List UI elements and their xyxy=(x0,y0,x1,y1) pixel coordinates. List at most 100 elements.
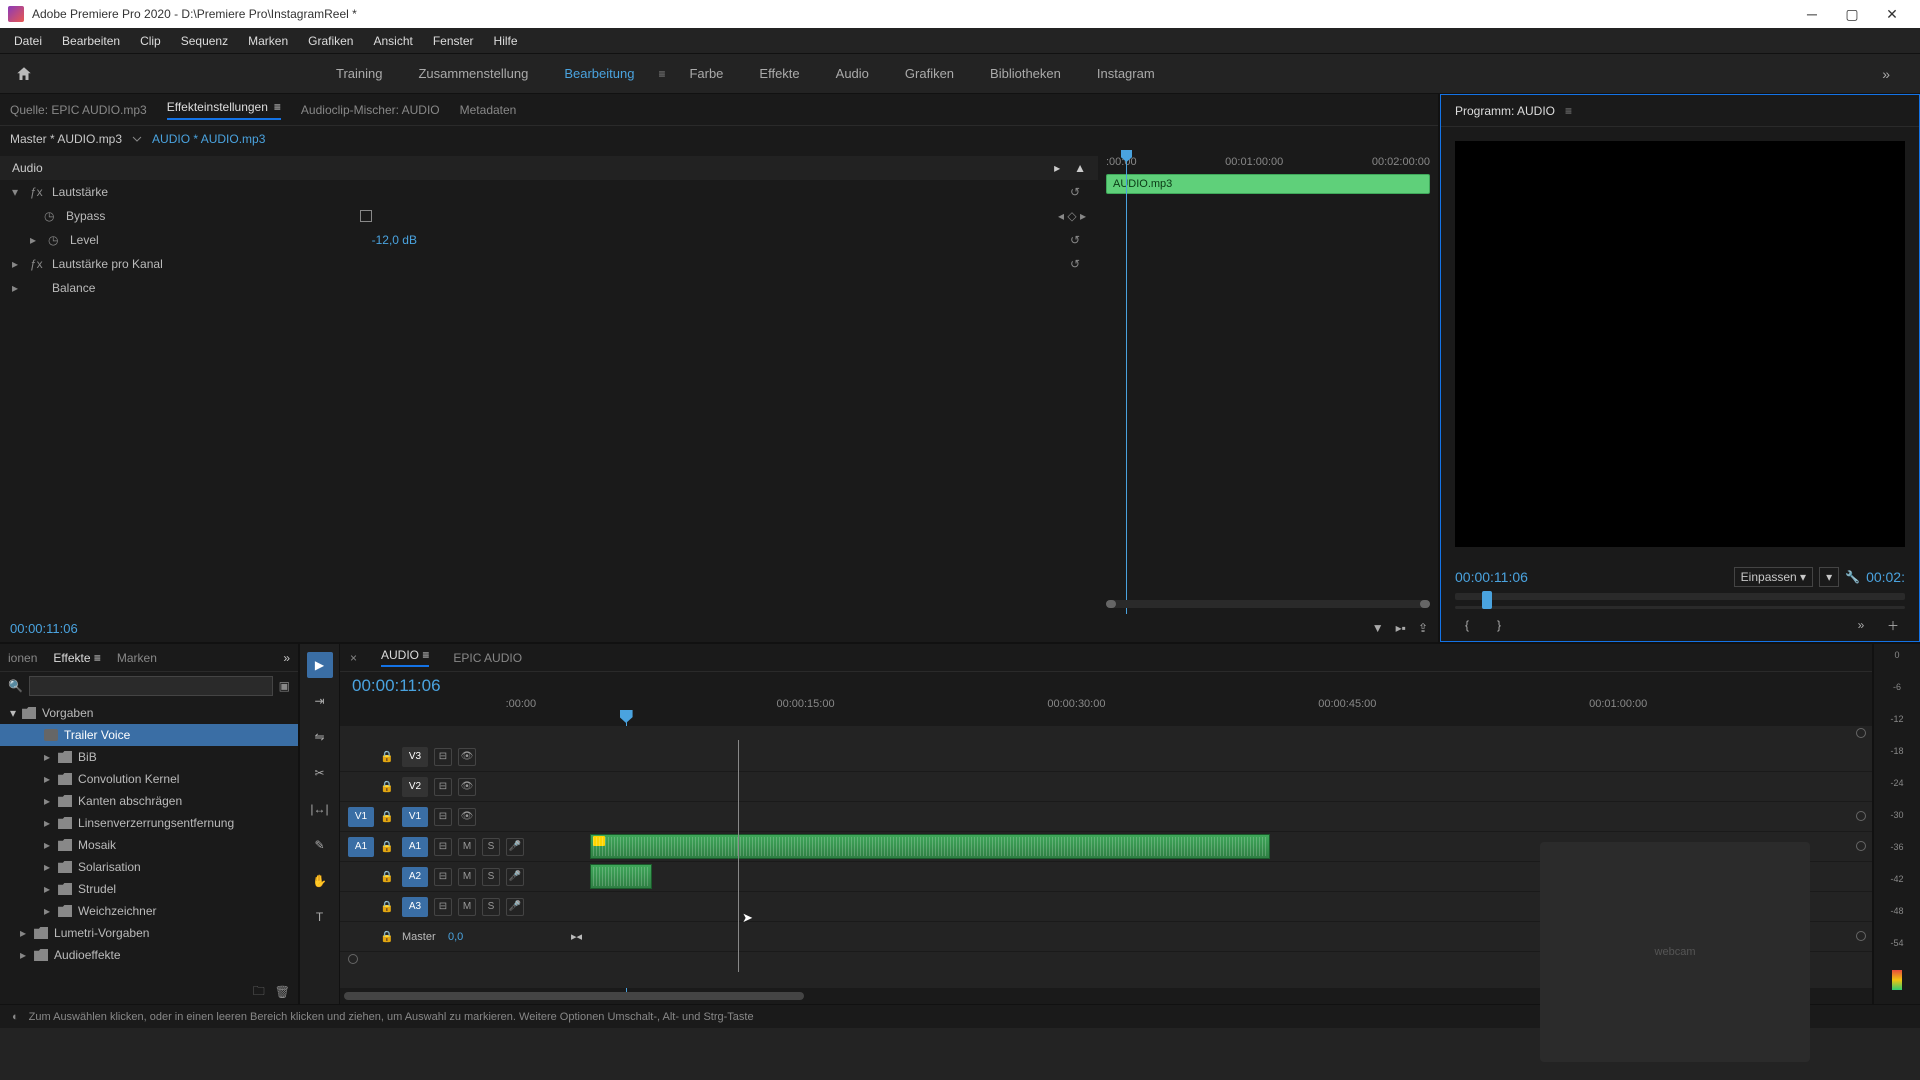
share-icon[interactable]: ⇪ xyxy=(1418,621,1428,635)
menu-window[interactable]: Fenster xyxy=(423,30,484,52)
timeline-ruler[interactable]: :00:00 00:00:15:00 00:00:30:00 00:00:45:… xyxy=(506,698,1860,710)
mute-button[interactable]: M xyxy=(458,838,476,856)
more-right-icon[interactable]: » xyxy=(1849,615,1873,635)
marker-button[interactable]: { xyxy=(1455,615,1479,635)
type-tool[interactable]: T xyxy=(307,904,333,930)
ws-libraries[interactable]: Bibliotheken xyxy=(972,58,1079,89)
solo-button[interactable]: S xyxy=(482,838,500,856)
track-v3[interactable]: 🔒V3⊟👁 xyxy=(340,742,590,772)
track-a1[interactable]: A1🔒A1⊟MS🎤 xyxy=(340,832,590,862)
selection-tool[interactable]: ▶ xyxy=(307,652,333,678)
handle-icon[interactable] xyxy=(348,954,358,964)
program-timecode[interactable]: 00:00:11:06 xyxy=(1455,569,1528,585)
panel-menu-icon[interactable]: ≡ xyxy=(274,100,281,114)
mini-scrollbar[interactable] xyxy=(1106,600,1430,608)
tab-markers[interactable]: Marken xyxy=(117,651,157,665)
pen-tool[interactable]: ✎ xyxy=(307,832,333,858)
wrench-icon[interactable]: 🔧 xyxy=(1845,570,1860,584)
solo-button[interactable]: S xyxy=(482,868,500,886)
delete-icon[interactable]: 🗑 xyxy=(275,985,290,999)
lock-icon[interactable]: 🔒 xyxy=(380,870,396,883)
lock-icon[interactable]: 🔒 xyxy=(380,900,396,913)
clip-a2[interactable] xyxy=(590,864,652,889)
effects-tree[interactable]: ▾ Vorgaben Trailer Voice BiB Convolution… xyxy=(0,700,298,980)
folder-blur[interactable]: Weichzeichner xyxy=(0,900,298,922)
solo-button[interactable]: S xyxy=(482,898,500,916)
badge-icon[interactable]: ▣ xyxy=(279,679,290,693)
tabs-overflow[interactable]: » xyxy=(283,651,290,665)
timeline-timecode[interactable]: 00:00:11:06 xyxy=(352,676,470,696)
lock-icon[interactable]: 🔒 xyxy=(380,810,396,823)
zoom-select[interactable]: Einpassen ▾ xyxy=(1734,567,1813,587)
voice-icon[interactable]: 🎤 xyxy=(506,898,524,916)
new-bin-icon[interactable]: 🗀 xyxy=(253,982,265,1003)
home-button[interactable] xyxy=(10,60,38,88)
sync-lock-icon[interactable]: ⊟ xyxy=(434,748,452,766)
menu-markers[interactable]: Marken xyxy=(238,30,298,52)
sync-lock-icon[interactable]: ⊟ xyxy=(434,838,452,856)
lane-v1[interactable] xyxy=(590,802,1872,832)
lock-icon[interactable]: 🔒 xyxy=(380,840,396,853)
program-viewport[interactable] xyxy=(1455,141,1905,547)
track-select-tool[interactable]: ⇥ xyxy=(307,688,333,714)
tl-tab-audio[interactable]: AUDIO ≡ xyxy=(381,648,429,667)
program-header[interactable]: Programm: AUDIO xyxy=(1455,104,1555,118)
up-arrow-icon[interactable]: ▲ xyxy=(1074,161,1086,175)
eye-icon[interactable]: 👁 xyxy=(458,778,476,796)
speaker-icon[interactable]: ▸◂ xyxy=(571,930,582,943)
tl-tab-epic[interactable]: EPIC AUDIO xyxy=(453,651,522,665)
twirl-icon[interactable]: ▾ xyxy=(12,185,22,199)
fx-icon[interactable]: ƒx xyxy=(30,185,44,199)
folder-mosaic[interactable]: Mosaik xyxy=(0,834,298,856)
track-master[interactable]: 🔒Master0,0▸◂ xyxy=(340,922,590,952)
folder-lumetri[interactable]: Lumetri-Vorgaben xyxy=(0,922,298,944)
menu-view[interactable]: Ansicht xyxy=(363,30,422,52)
folder-solarize[interactable]: Solarisation xyxy=(0,856,298,878)
tab-source[interactable]: Quelle: EPIC AUDIO.mp3 xyxy=(10,103,147,117)
menu-graphics[interactable]: Grafiken xyxy=(298,30,363,52)
ws-effects[interactable]: Effekte xyxy=(741,58,817,89)
active-clip-label[interactable]: AUDIO * AUDIO.mp3 xyxy=(152,132,265,146)
mute-button[interactable]: M xyxy=(458,868,476,886)
ws-instagram[interactable]: Instagram xyxy=(1079,58,1173,89)
program-playhead[interactable] xyxy=(1482,591,1492,609)
folder-bib[interactable]: BiB xyxy=(0,746,298,768)
folder-twirl[interactable]: Strudel xyxy=(0,878,298,900)
bypass-checkbox[interactable] xyxy=(360,210,372,222)
stopwatch-icon[interactable]: ◷ xyxy=(44,209,58,223)
menu-help[interactable]: Hilfe xyxy=(484,30,528,52)
track-a3[interactable]: 🔒A3⊟MS🎤 xyxy=(340,892,590,922)
add-button[interactable]: ＋ xyxy=(1881,615,1905,635)
preset-trailer-voice[interactable]: Trailer Voice xyxy=(0,724,298,746)
lane-v2[interactable] xyxy=(590,772,1872,802)
mini-playhead[interactable] xyxy=(1126,152,1127,614)
folder-bevel[interactable]: Kanten abschrägen xyxy=(0,790,298,812)
menu-sequence[interactable]: Sequenz xyxy=(171,30,238,52)
twirl-icon[interactable]: ▸ xyxy=(12,281,22,295)
ws-graphics[interactable]: Grafiken xyxy=(887,58,972,89)
handle-icon[interactable] xyxy=(1856,931,1866,941)
ws-assembly[interactable]: Zusammenstellung xyxy=(400,58,546,89)
twirl-icon[interactable]: ▸ xyxy=(12,257,22,271)
voice-icon[interactable]: 🎤 xyxy=(506,868,524,886)
mute-button[interactable]: M xyxy=(458,898,476,916)
tab-audio-mixer[interactable]: Audioclip-Mischer: AUDIO xyxy=(301,103,440,117)
chevron-down-icon[interactable] xyxy=(132,134,142,144)
panel-menu-icon[interactable]: ≡ xyxy=(1565,104,1572,118)
lock-icon[interactable]: 🔒 xyxy=(380,750,396,763)
hand-tool[interactable]: ✋ xyxy=(307,868,333,894)
ws-audio[interactable]: Audio xyxy=(818,58,887,89)
fx-icon[interactable]: ƒx xyxy=(30,257,44,271)
search-input[interactable] xyxy=(29,676,273,696)
minimize-button[interactable]: ─ xyxy=(1792,0,1832,28)
ws-editing-menu[interactable]: ≡ xyxy=(652,67,671,81)
tab-info[interactable]: ionen xyxy=(8,651,37,665)
razor-tool[interactable]: ✂ xyxy=(307,760,333,786)
handle-icon[interactable] xyxy=(1856,841,1866,851)
level-value[interactable]: -12,0 dB xyxy=(372,233,417,247)
menu-file[interactable]: Datei xyxy=(4,30,52,52)
resolution-select[interactable]: ▾ xyxy=(1819,567,1839,587)
keyframe-nav[interactable]: ◂ ◇ ▸ xyxy=(1046,209,1086,223)
lock-icon[interactable]: 🔒 xyxy=(380,930,396,943)
effect-mini-timeline[interactable]: :00:00 00:01:00:00 00:02:00:00 AUDIO.mp3 xyxy=(1098,152,1438,614)
